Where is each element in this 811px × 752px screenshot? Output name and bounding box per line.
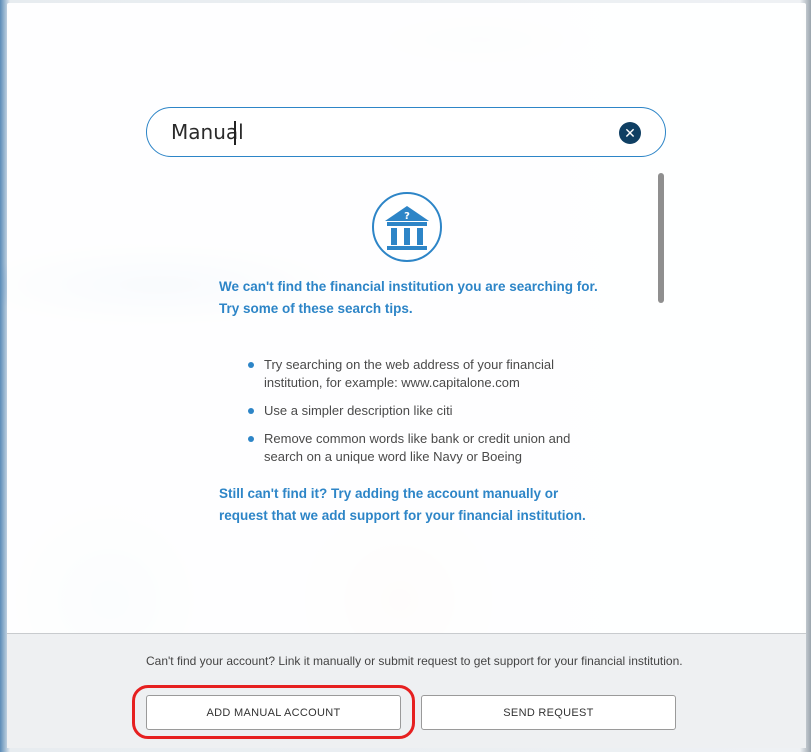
- scrollbar-thumb[interactable]: [658, 173, 664, 303]
- bullet-icon: [248, 436, 254, 442]
- no-results-heading: We can't find the financial institution …: [219, 279, 598, 316]
- results-scroll-area[interactable]: ? We can't find the financial institutio…: [7, 173, 806, 633]
- still-cant-find-message: Still can't find it? Try adding the acco…: [219, 486, 586, 523]
- search-institution-modal: ✕ ? We can't find the financial institut…: [7, 3, 806, 748]
- bullet-icon: [248, 408, 254, 414]
- search-tip: Use a simpler description like citi: [247, 402, 607, 420]
- search-box[interactable]: ✕: [146, 107, 666, 157]
- search-tips-list: Try searching on the web address of your…: [247, 356, 607, 476]
- send-request-button[interactable]: SEND REQUEST: [421, 695, 676, 730]
- svg-text:?: ?: [404, 211, 410, 222]
- text-caret: [234, 121, 236, 145]
- clear-x-icon[interactable]: ✕: [619, 122, 641, 144]
- bank-question-icon: ?: [372, 192, 442, 262]
- add-manual-account-button[interactable]: ADD MANUAL ACCOUNT: [146, 695, 401, 730]
- footer-help-text: Can't find your account? Link it manuall…: [146, 654, 683, 668]
- modal-footer: Can't find your account? Link it manuall…: [7, 633, 806, 748]
- search-tip: Remove common words like bank or credit …: [247, 430, 607, 466]
- search-input[interactable]: [171, 118, 601, 146]
- search-tip: Try searching on the web address of your…: [247, 356, 607, 392]
- bullet-icon: [248, 362, 254, 368]
